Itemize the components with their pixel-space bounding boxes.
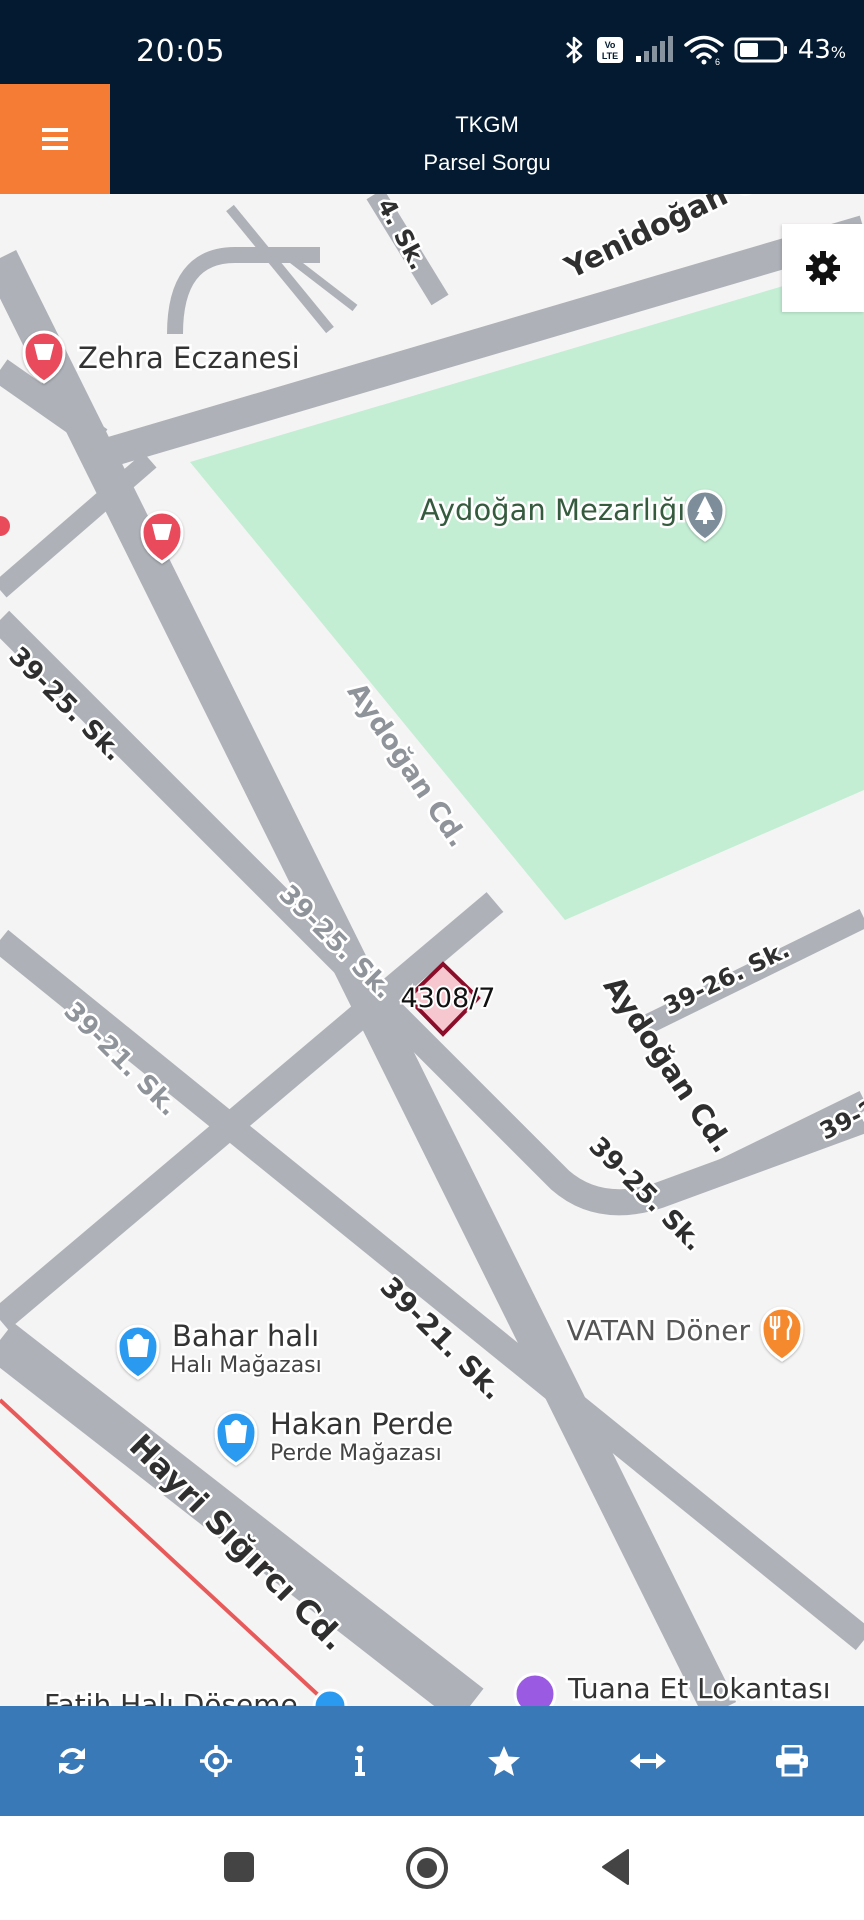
poi-label-bahar: Bahar halı — [172, 1319, 319, 1353]
parcel-label: 4308/7 — [401, 983, 496, 1014]
cemetery-glyph-trunk — [703, 519, 707, 524]
volte-icon: Vo LTE — [596, 37, 623, 63]
gear-icon — [806, 251, 840, 285]
locate-button[interactable] — [176, 1721, 256, 1801]
print-icon — [776, 1745, 808, 1777]
app-subtitle: Parsel Sorgu — [423, 150, 551, 175]
map-view[interactable]: 4308/7 4. Sk. Yenidoğan Cd. Aydoğan Cd. … — [0, 194, 864, 1706]
back-icon[interactable] — [600, 1848, 632, 1886]
signal-icon — [635, 36, 673, 62]
poi-label-vatan: VATAN Döner — [567, 1314, 751, 1347]
poi-tuana-marker-icon — [513, 1672, 557, 1706]
poi-label-hakan: Hakan Perde — [270, 1407, 453, 1441]
crosshair-icon — [200, 1745, 232, 1777]
app-header: TKGM Parsel Sorgu — [0, 84, 864, 194]
battery-icon — [734, 37, 787, 63]
battery-level: 43% — [798, 35, 846, 65]
settings-button[interactable] — [782, 224, 864, 312]
bottom-toolbar — [0, 1706, 864, 1816]
info-button[interactable] — [320, 1721, 400, 1801]
volte-top-label: Vo — [604, 40, 615, 50]
app-title: TKGM — [455, 112, 519, 137]
wifi-badge: 6 — [715, 57, 720, 66]
poi-label-fatih: Fatih Halı Döşeme — [44, 1688, 298, 1706]
app-title-block: TKGM Parsel Sorgu — [110, 106, 864, 182]
poi-bahar-hali[interactable]: Bahar halı Halı Mağazası — [116, 1317, 324, 1380]
refresh-icon — [59, 1748, 85, 1774]
menu-button[interactable] — [0, 84, 110, 194]
recents-icon[interactable] — [223, 1851, 255, 1883]
map-canvas[interactable]: 4308/7 4. Sk. Yenidoğan Cd. Aydoğan Cd. … — [0, 194, 864, 1706]
poi-sublabel-bahar: Halı Mağazası — [170, 1353, 322, 1378]
battery-percent: 43 — [797, 35, 831, 65]
home-icon[interactable] — [405, 1846, 449, 1890]
refresh-button[interactable] — [32, 1721, 112, 1801]
status-time: 20:05 — [136, 34, 225, 69]
poi-label-tuana: Tuana Et Lokantası — [567, 1672, 831, 1705]
favorite-button[interactable] — [464, 1721, 544, 1801]
wifi-icon: 6 — [683, 35, 724, 66]
poi-label-mezarlik: Aydoğan Mezarlığı — [420, 493, 685, 527]
status-icons: Vo LTE 6 43% — [564, 30, 846, 70]
system-navigation-bar — [0, 1816, 864, 1920]
info-icon — [355, 1745, 365, 1776]
status-bar: 20:05 Vo LTE 6 43% — [0, 0, 864, 84]
arrows-horizontal-icon — [630, 1753, 666, 1769]
star-icon — [488, 1746, 520, 1776]
poi-sublabel-hakan: Perde Mağazası — [270, 1441, 442, 1466]
battery-percent-symbol: % — [830, 43, 846, 62]
poi-label-zehra: Zehra Eczanesi — [78, 341, 300, 375]
hamburger-icon — [42, 128, 68, 150]
bluetooth-icon — [565, 36, 583, 64]
volte-bottom-label: LTE — [602, 51, 618, 61]
print-button[interactable] — [752, 1721, 832, 1801]
measure-button[interactable] — [608, 1721, 688, 1801]
